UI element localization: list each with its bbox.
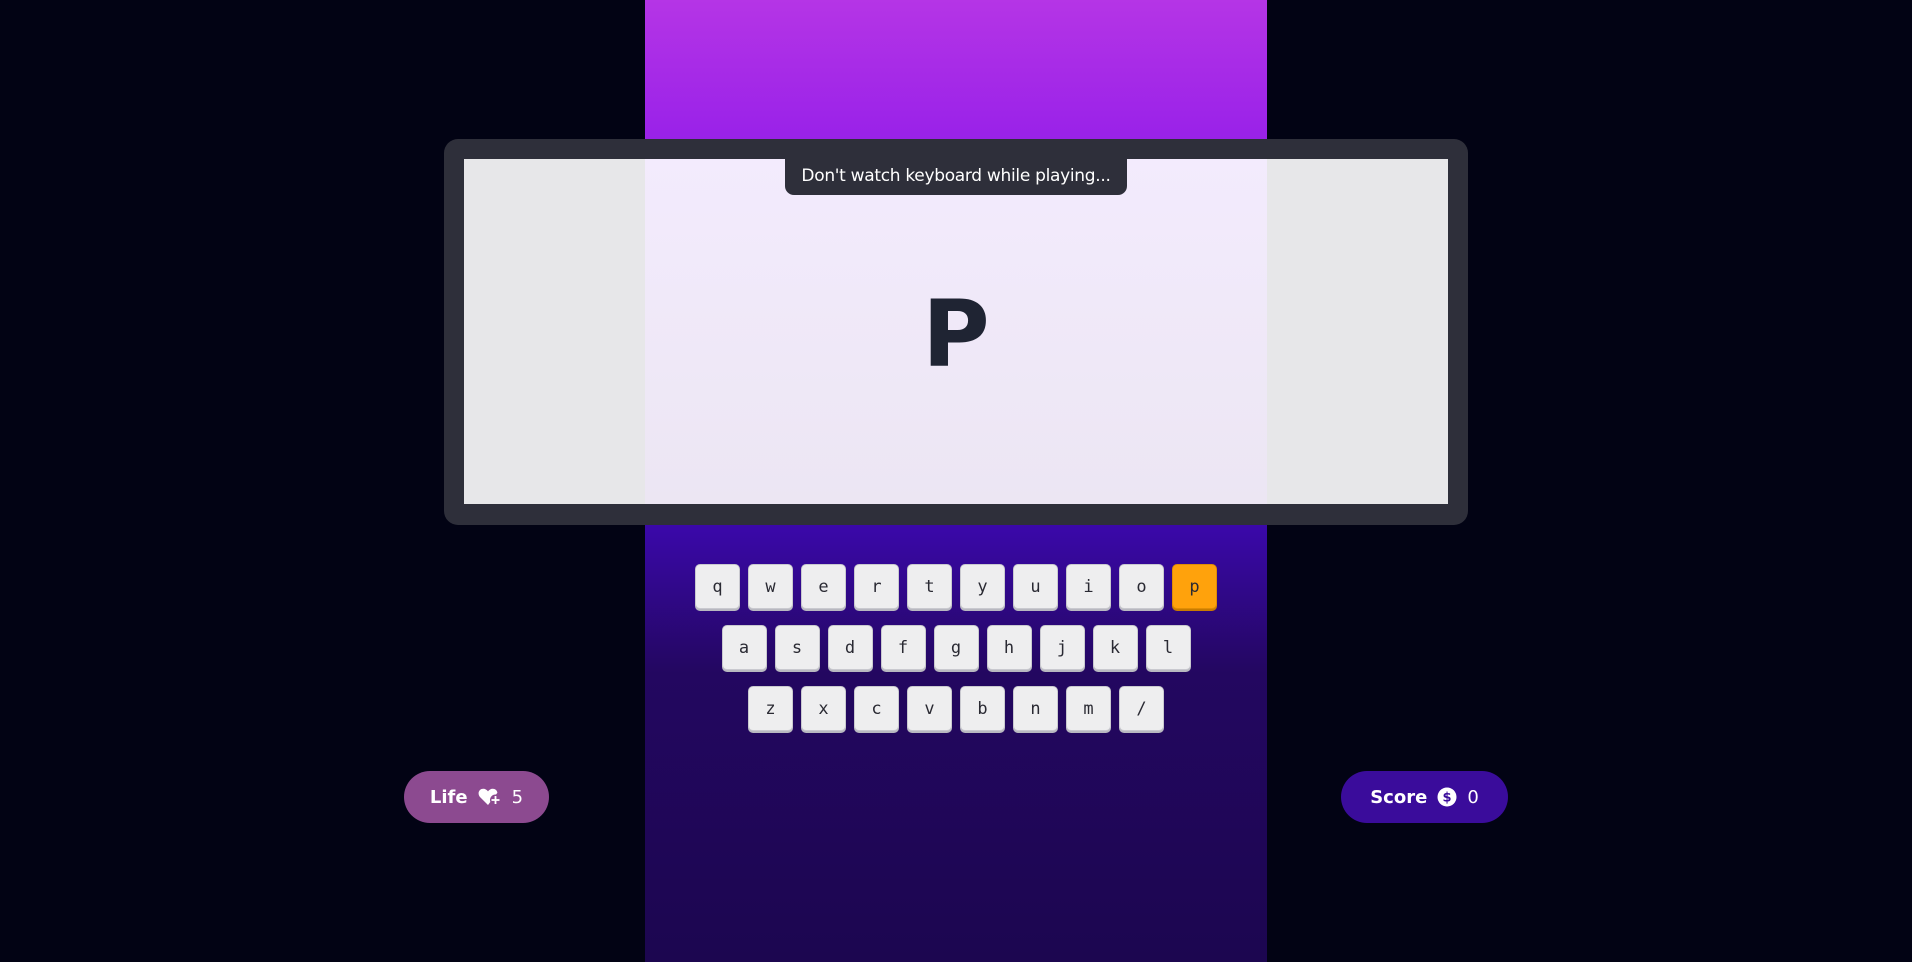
on-screen-keyboard: q w e r t y u i o p a s d f g h j k l z … [645,564,1267,747]
key-k[interactable]: k [1092,625,1138,670]
key-z[interactable]: z [748,686,793,731]
key-w[interactable]: w [748,564,793,609]
key-v[interactable]: v [907,686,952,731]
key-r[interactable]: r [854,564,899,609]
keyboard-row-1: q w e r t y u i o p [645,564,1267,609]
key-p[interactable]: p [1172,564,1217,609]
key-e[interactable]: e [801,564,846,609]
key-q[interactable]: q [695,564,740,609]
display-screen: P [464,159,1448,504]
target-letter: P [922,281,990,388]
display-frame: P [444,139,1468,525]
hint-banner: Don't watch keyboard while playing... [785,156,1127,195]
key-x[interactable]: x [801,686,846,731]
key-c[interactable]: c [854,686,899,731]
key-n[interactable]: n [1013,686,1058,731]
key-h[interactable]: h [986,625,1032,670]
score-label: Score [1370,786,1428,808]
keyboard-row-3: z x c v b n m / [645,686,1267,731]
key-i[interactable]: i [1066,564,1111,609]
score-value: 0 [1467,786,1479,808]
key-s[interactable]: s [774,625,820,670]
key-l[interactable]: l [1145,625,1191,670]
key-g[interactable]: g [933,625,979,670]
keyboard-row-2: a s d f g h j k l [645,625,1267,670]
life-counter: Life 5 [404,771,549,823]
svg-text:$: $ [1443,791,1452,806]
key-m[interactable]: m [1066,686,1111,731]
key-t[interactable]: t [907,564,952,609]
life-label: Life [429,786,468,808]
key-slash[interactable]: / [1119,686,1164,731]
key-f[interactable]: f [880,625,926,670]
dollar-coin-icon: $ [1437,787,1457,807]
key-d[interactable]: d [827,625,873,670]
key-y[interactable]: y [960,564,1005,609]
key-u[interactable]: u [1013,564,1058,609]
score-counter: Score $ 0 [1341,771,1508,823]
heart-plus-icon [478,787,502,807]
life-value: 5 [511,786,524,808]
key-b[interactable]: b [960,686,1005,731]
key-j[interactable]: j [1039,625,1085,670]
key-o[interactable]: o [1119,564,1164,609]
key-a[interactable]: a [721,625,767,670]
